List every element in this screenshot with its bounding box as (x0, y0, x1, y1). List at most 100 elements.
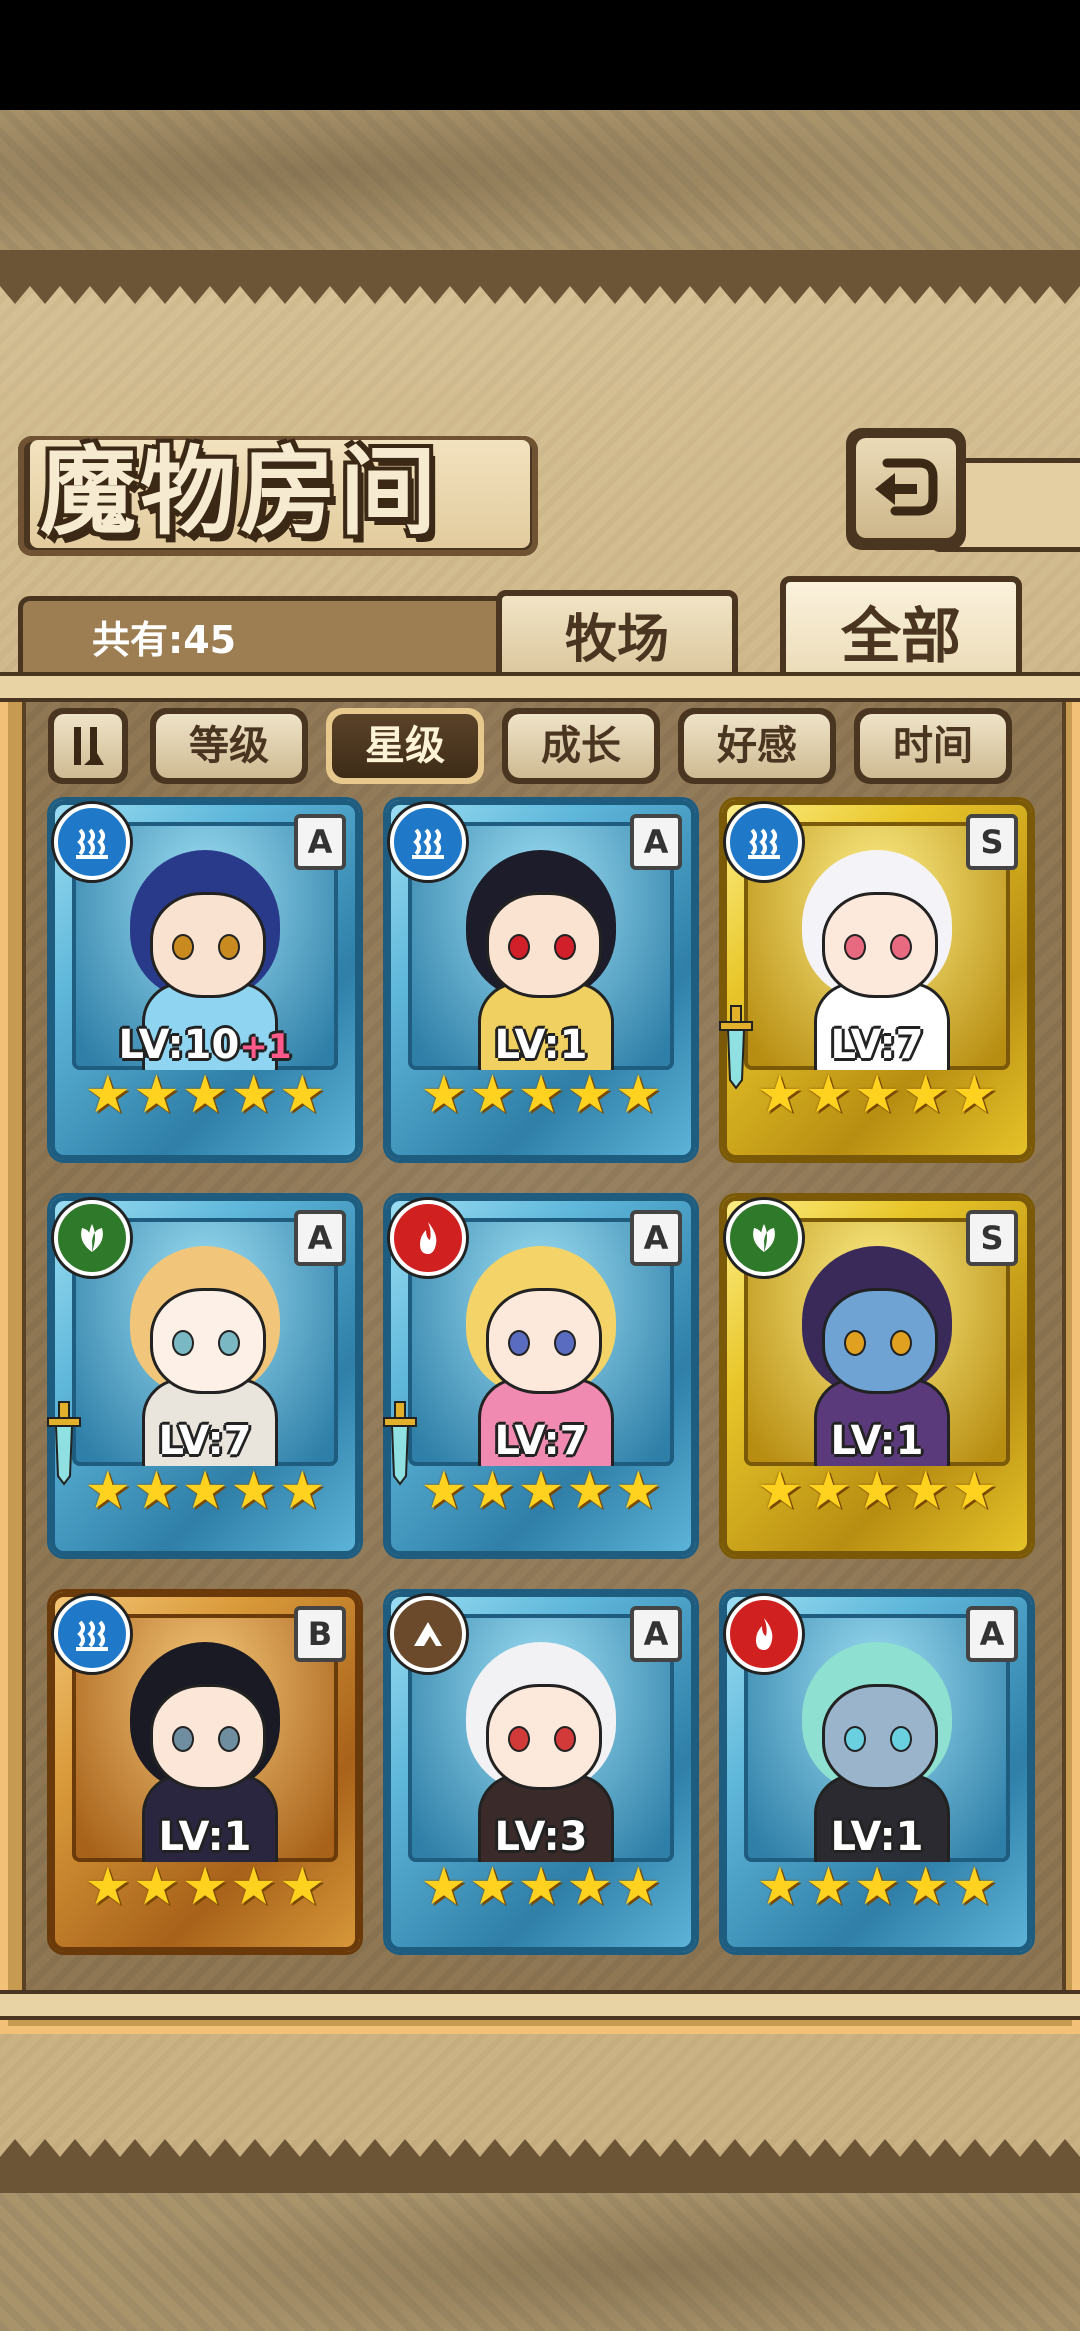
star-icon: ★ (469, 1461, 516, 1521)
sort-order-toggle-face[interactable] (54, 714, 122, 778)
map-background-top (0, 110, 1080, 265)
zigzag-border-bottom (0, 2139, 1080, 2175)
rank-badge: A (630, 814, 682, 870)
sort-order-icon (74, 727, 104, 765)
leaf-icon (726, 1200, 802, 1276)
monster-card[interactable]: B LV:1 ★ ★ ★ ★ ★ (50, 1592, 360, 1952)
top-border-strip (0, 250, 1080, 268)
star-icon: ★ (756, 1461, 804, 1521)
star-icon: ★ (278, 1065, 326, 1125)
star-icon: ★ (181, 1857, 229, 1917)
monster-card[interactable]: S LV:7 ★ ★ ★ ★ ★ (719, 800, 1032, 1160)
star-icon: ★ (614, 1857, 662, 1917)
star-icon: ★ (853, 1857, 901, 1917)
fire-icon (390, 1200, 466, 1276)
sort-button-growth[interactable]: 成长 (502, 708, 660, 784)
monster-card[interactable]: A LV:7 ★ ★ ★ ★ ★ (47, 1196, 360, 1556)
star-icon: ★ (517, 1857, 565, 1917)
water-icon (390, 804, 466, 880)
star-icon: ★ (230, 1065, 277, 1125)
sort-button-label: 等级 (156, 714, 302, 778)
sort-button-time[interactable]: 时间 (854, 708, 1012, 784)
monster-room-screen: { "screen": { "title": "魔物房间", "count_la… (0, 0, 1080, 2331)
star-icon: ★ (420, 1461, 468, 1521)
star-icon: ★ (133, 1857, 180, 1917)
star-icon: ★ (133, 1065, 180, 1125)
sort-button-label: 星级 (332, 714, 478, 778)
star-rating: ★ ★ ★ ★ ★ (84, 1456, 325, 1526)
star-icon: ★ (902, 1461, 949, 1521)
star-icon: ★ (805, 1857, 852, 1917)
tab-ranch-label: 牧场 (564, 610, 669, 670)
leaf-icon (54, 1200, 130, 1276)
rank-badge: B (294, 1606, 346, 1662)
earth-icon (390, 1596, 466, 1672)
status-bar (0, 0, 1080, 110)
star-icon: ★ (133, 1461, 180, 1521)
star-icon: ★ (84, 1065, 132, 1125)
star-icon: ★ (805, 1461, 852, 1521)
star-icon: ★ (614, 1461, 662, 1521)
map-background-bottom (0, 2175, 1080, 2331)
monster-card[interactable]: A LV:1 ★ ★ ★ ★ ★ (722, 1592, 1032, 1952)
star-icon: ★ (853, 1065, 901, 1125)
return-arrow-icon (875, 458, 938, 516)
star-icon: ★ (84, 1461, 132, 1521)
rank-badge: A (294, 1210, 346, 1266)
monster-card[interactable]: A LV:3 ★ ★ ★ ★ ★ (386, 1592, 696, 1952)
zigzag-border-top (0, 268, 1080, 304)
star-icon: ★ (420, 1857, 468, 1917)
monster-count: 共有:45 (92, 618, 237, 662)
star-icon: ★ (469, 1065, 516, 1125)
sort-button-star[interactable]: 星级 (326, 708, 484, 784)
star-icon: ★ (469, 1857, 516, 1917)
panel-bottom-rail (0, 1990, 1080, 2020)
star-icon: ★ (756, 1065, 804, 1125)
star-icon: ★ (566, 1461, 613, 1521)
sort-order-toggle[interactable] (48, 708, 128, 784)
back-button-face[interactable] (856, 438, 956, 538)
star-icon: ★ (950, 1857, 998, 1917)
sort-button-affection[interactable]: 好感 (678, 708, 836, 784)
monster-card[interactable]: A LV:7 ★ ★ ★ ★ ★ (383, 1196, 696, 1556)
rank-badge: A (294, 814, 346, 870)
star-icon: ★ (278, 1857, 326, 1917)
star-icon: ★ (902, 1065, 949, 1125)
star-rating: ★ ★ ★ ★ ★ (84, 1852, 325, 1922)
monster-card[interactable]: S LV:1 ★ ★ ★ ★ ★ (722, 1196, 1032, 1556)
star-icon: ★ (902, 1857, 949, 1917)
star-icon: ★ (950, 1065, 998, 1125)
star-icon: ★ (230, 1857, 277, 1917)
star-icon: ★ (614, 1065, 662, 1125)
star-icon: ★ (181, 1461, 229, 1521)
rank-badge: A (966, 1606, 1018, 1662)
bottom-border-strip (0, 2175, 1080, 2193)
star-icon: ★ (181, 1065, 229, 1125)
star-icon: ★ (853, 1461, 901, 1521)
sort-button-label: 好感 (684, 714, 830, 778)
monster-card[interactable]: A LV:1 ★ ★ ★ ★ ★ (386, 800, 696, 1160)
rank-badge: S (966, 1210, 1018, 1266)
star-icon: ★ (517, 1065, 565, 1125)
monster-card[interactable]: A LV:10+1 ★ ★ ★ ★ ★ (50, 800, 360, 1160)
fire-icon (726, 1596, 802, 1672)
star-icon: ★ (756, 1857, 804, 1917)
panel-top-rail (0, 672, 1080, 702)
back-button[interactable] (846, 428, 966, 550)
star-rating: ★ ★ ★ ★ ★ (420, 1852, 661, 1922)
star-rating: ★ ★ ★ ★ ★ (756, 1456, 997, 1526)
water-icon (54, 1596, 130, 1672)
star-rating: ★ ★ ★ ★ ★ (84, 1060, 325, 1130)
rank-badge: S (966, 814, 1018, 870)
star-icon: ★ (420, 1065, 468, 1125)
star-rating: ★ ★ ★ ★ ★ (420, 1060, 661, 1130)
water-icon (54, 804, 130, 880)
star-icon: ★ (84, 1857, 132, 1917)
star-icon: ★ (566, 1065, 613, 1125)
sort-button-label: 时间 (860, 714, 1006, 778)
sort-button-label: 成长 (508, 714, 654, 778)
sort-button-level[interactable]: 等级 (150, 708, 308, 784)
star-rating: ★ ★ ★ ★ ★ (756, 1852, 997, 1922)
star-icon: ★ (278, 1461, 326, 1521)
star-icon: ★ (566, 1857, 613, 1917)
